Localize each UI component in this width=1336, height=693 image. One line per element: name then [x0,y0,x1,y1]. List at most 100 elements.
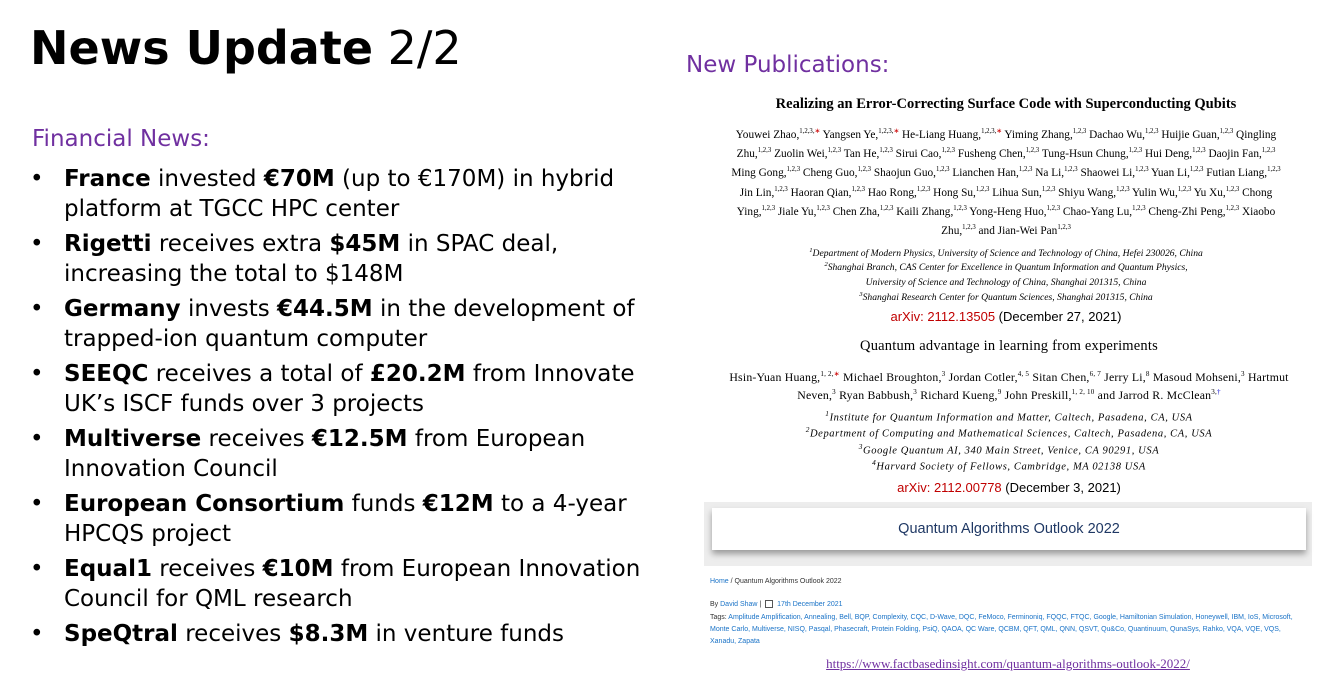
author-affiliation-marker: 1,2,3 [879,147,893,155]
news-item-highlight: Multiverse [64,426,202,452]
author-name: Ryan Babbush, [839,387,914,402]
author-affiliation-marker: 1,2,3 [1267,166,1281,174]
author-affiliation-marker: 1,2,3 [1128,147,1143,155]
paper-2-authors: Hsin-Yuan Huang,1, 2,∗ Michael Broughton… [706,367,1312,403]
author: Hui Deng,1,2,3 [1145,147,1206,161]
post-meta-separator: | [757,600,764,608]
author-affiliation-marker: 1,2,3 [1261,147,1276,155]
news-item-highlight: Equal1 [64,556,152,582]
author-affiliation-marker: 1,2,3 [953,205,967,213]
author-name: Shiyu Wang, [1058,186,1117,199]
bullet-icon: • [30,491,44,517]
corresponding-author-icon: ∗ [996,128,1002,135]
news-item-text: receives [151,556,263,582]
author: Yuan Li,1,2,3 [1151,166,1204,180]
author-affiliation-marker: 3 [832,387,836,396]
author-affiliation-marker: 1,2,3 [975,185,990,193]
author-name: Yuan Li, [1151,167,1190,180]
author-name: and Jarrod R. McClean [1097,387,1212,402]
author-affiliation-marker: 1,2,3 [827,147,842,155]
author: Yiming Zhang,1,2,3 [1004,128,1086,141]
author: Shaowei Li,1,2,3 [1080,167,1148,180]
affiliation: 2Shanghai Branch, CAS Center for Excelle… [706,259,1306,274]
dagger-icon: † [1217,387,1221,396]
author-name: Yiming Zhang, [1004,128,1073,141]
author-affiliation-marker: 1,2,3 [816,205,830,213]
bullet-icon: • [30,556,44,582]
source-url-link[interactable]: https://www.factbasedinsight.com/quantum… [704,656,1312,672]
author: Cheng Guo,1,2,3 [803,166,872,180]
author-affiliation-marker: 3 [941,370,946,378]
bullet-icon: • [30,166,44,192]
news-item-text: invested [150,166,264,192]
author-name: Yulin Wu, [1132,186,1178,199]
author-affiliation-marker: 1,2,3 [1057,224,1071,232]
author: Huijie Guan,1,2,3 [1161,128,1234,141]
paper-1-affiliations: 1Department of Modern Physics, Universit… [706,245,1306,304]
slide-title-main: News Update [30,21,374,75]
corresponding-author-icon: ∗ [814,128,821,135]
author-affiliation-marker: 6, 7 [1089,370,1101,378]
author-name: Futian Liang, [1206,167,1268,180]
author-affiliation-marker: 1,2,3 [1219,128,1234,135]
news-item-text: receives a total of [148,361,370,387]
author: Haoran Qian,1,2,3 [791,185,866,199]
financial-news-item: • Multiverse receives €12.5M from Europea… [30,424,655,484]
author-name: Tung-Hsun Chung, [1041,148,1129,161]
author-name: Yu Xu, [1193,186,1226,199]
paper-2: Quantum advantage in learning from exper… [706,338,1312,495]
author: Masoud Mohseni,3 [1153,370,1245,384]
author-affiliation-marker: 1,2,3 [962,224,976,232]
paper-1-date: (December 27, 2021) [995,309,1122,325]
author: Tan He,1,2,3 [844,147,893,160]
publications-heading: New Publications: [686,52,890,78]
author-affiliation-marker: 1,2,3 [857,166,872,174]
author-affiliation-marker: 1,2,3, [878,128,894,135]
bullet-icon: • [30,231,44,257]
author-affiliation-marker: 1,2,3 [851,185,866,193]
author: Yong-Heng Huo,1,2,3 [969,205,1060,218]
post-tags-list[interactable]: Amplitude Amplification, Annealing, Bell… [710,614,1293,645]
news-item-text: receives [201,426,312,452]
author: Sirui Cao,1,2,3 [896,147,956,160]
author-affiliation-marker: 1,2,3 [1144,128,1159,135]
author-affiliation-marker: 1,2,3 [1225,205,1240,213]
author-affiliation-marker: 1,2,3 [1189,166,1204,174]
post-tags-label: Tags: [710,614,729,621]
author: Jordan Cotler,4, 5 [949,370,1030,384]
paper-2-arxiv-prefix: arXiv: [897,479,934,495]
affiliation-text: Shanghai Branch, CAS Center for Excellen… [827,262,1188,274]
financial-news-item: • SpeQtral receives $8.3M in venture fund… [30,619,655,649]
author-affiliation-marker: 1,2,3 [1041,185,1056,193]
news-item-highlight: $45M [329,231,401,257]
author-name: Shaowei Li, [1080,167,1136,180]
breadcrumb-home-link[interactable]: Home [710,578,729,585]
news-item-text: receives extra [151,231,330,257]
author-affiliation-marker: 1,2,3 [941,147,956,155]
affiliation: University of Science and Technology of … [706,274,1306,289]
author-affiliation-marker: 1,2,3 [1177,185,1192,193]
paper-2-arxiv-id[interactable]: 2112.00778 [934,480,1002,495]
paper-1-title: Realizing an Error-Correcting Surface Co… [775,96,1237,112]
news-item-highlight: Germany [64,296,181,322]
author-affiliation-marker: 1,2,3 [936,166,950,174]
author-affiliation-marker: 1, 2, 10 [1071,387,1095,396]
website-screenshot: Quantum Algorithms Outlook 2022 Home / Q… [704,502,1312,674]
author: Yangsen Ye,1,2,3,∗ [823,128,900,141]
author-affiliation-marker: 1,2,3 [916,185,931,193]
breadcrumb-current: Quantum Algorithms Outlook 2022 [734,578,842,585]
affiliation-text: Institute for Quantum Information and Ma… [829,412,1193,424]
financial-news-heading: Financial News: [32,126,210,152]
post-date-link[interactable]: 17th December 2021 [777,601,842,608]
financial-news-item: • France invested €70M (up to €170M) in h… [30,164,655,224]
author-name: Fusheng Chen, [957,148,1026,161]
news-item-highlight: £20.2M [369,361,466,387]
author-name: Hui Deng, [1145,148,1193,161]
news-item-highlight: SEEQC [64,361,149,387]
paper-1-arxiv-id[interactable]: 2112.13505 [927,309,995,324]
author: Hao Rong,1,2,3 [868,185,931,199]
author: Hsin-Yuan Huang,1, 2,∗ [729,370,840,384]
post-author-link[interactable]: David Shaw [720,601,757,608]
author: Ryan Babbush,3 [839,388,917,402]
news-item-text: invests [180,296,278,322]
